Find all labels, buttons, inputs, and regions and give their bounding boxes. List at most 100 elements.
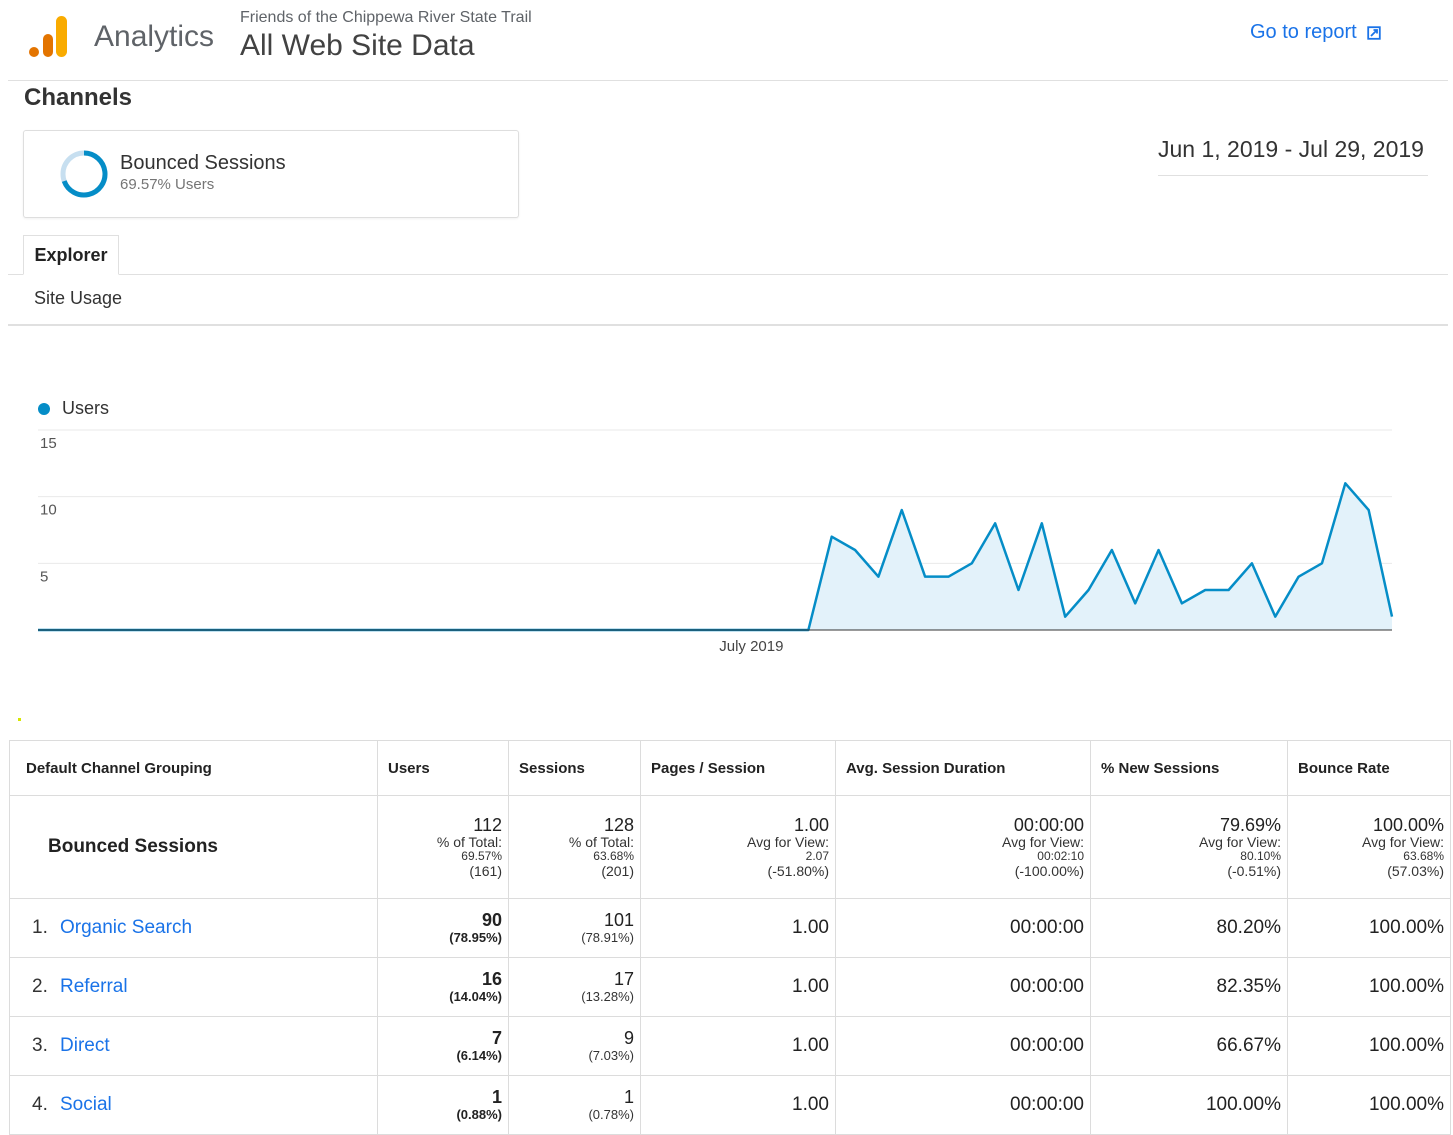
pages-cell: 1.00 [640,957,836,1017]
channel-cell: 1. Organic Search [9,898,378,958]
data-point [106,628,111,633]
bounce-cell: 100.00% [1287,1075,1451,1135]
segment-name: Bounced Sessions [120,152,286,174]
data-point [783,628,788,633]
column-header-users[interactable]: Users [377,740,509,796]
totals-pages-delta: (-51.80%) [767,863,829,879]
table-row: 1. Organic Search 90 (78.95%) 101 (78.91%) … [9,898,1451,958]
data-point [1226,588,1231,593]
row-index: 3. [32,1035,48,1056]
channel-cell: 2. Referral [9,957,378,1017]
channel-cell: 4. Social [9,1075,378,1135]
duration-cell: 00:00:00 [835,1016,1091,1076]
users-cell: 16 (14.04%) [377,957,509,1017]
data-point [642,628,647,633]
table-row: 2. Referral 16 (14.04%) 17 (13.28%) 1.00 00… [9,957,1451,1017]
app-name: Analytics [94,20,215,53]
users-cell: 7 (6.14%) [377,1016,509,1076]
channels-table: Default Channel Grouping Users Sessions … [9,740,1451,1135]
data-point [619,628,624,633]
y-tick-label: 5 [40,568,48,585]
users-value: 16 [481,969,502,989]
channel-link[interactable]: Social [60,1094,112,1115]
duration-cell: 00:00:00 [835,898,1091,958]
header-divider [8,80,1448,81]
data-point [1063,614,1068,619]
data-point [806,628,811,633]
new-sessions-cell: 66.67% [1090,1016,1288,1076]
legend-label-users: Users [62,398,110,418]
page-title: Channels [24,84,133,111]
sessions-value: 101 [603,910,634,930]
users-line-chart[interactable]: 5 10 15 July 2019 [0,420,1453,660]
data-point [526,628,531,633]
account-name[interactable]: Friends of the Chippewa River State Trai… [240,9,532,27]
column-header-new-sessions[interactable]: % New Sessions [1090,740,1288,796]
data-point [59,628,64,633]
data-point [1133,601,1138,606]
row-index: 1. [32,917,48,938]
data-point [502,628,507,633]
data-point [713,628,718,633]
tab-explorer[interactable]: Explorer [23,235,119,275]
sessions-cell: 9 (7.03%) [508,1016,641,1076]
totals-bounce-delta: (57.03%) [1387,863,1444,879]
data-point [1156,548,1161,553]
tab-site-usage[interactable]: Site Usage [34,288,122,309]
totals-duration-delta: (-100.00%) [1014,863,1084,879]
data-point [549,628,554,633]
totals-users-total: (161) [469,863,502,879]
totals-duration: 00:00:00 Avg for View: 00:02:10 (-100.00… [835,795,1091,899]
data-point [923,574,928,579]
analytics-logo-icon [29,16,67,57]
column-header-avg-duration[interactable]: Avg. Session Duration [835,740,1091,796]
data-point [1319,561,1324,566]
sessions-percent: (0.78%) [588,1107,634,1122]
data-point [666,628,671,633]
bounce-cell: 100.00% [1287,898,1451,958]
totals-duration-avg: 00:02:10 [1037,849,1084,863]
users-area-fill [38,483,1392,630]
column-header-channel[interactable]: Default Channel Grouping [9,740,378,796]
totals-new-sessions-avg: 80.10% [1240,849,1281,863]
date-range-picker[interactable]: Jun 1, 2019 - Jul 29, 2019 [1158,136,1428,176]
data-point [1249,561,1254,566]
totals-sessions-value: 128 [603,815,634,835]
table-row: 3. Direct 7 (6.14%) 9 (7.03%) 1.00 00:00:00… [9,1016,1451,1076]
data-point [199,628,204,633]
go-to-report-link[interactable]: Go to report [1250,21,1381,44]
channel-link[interactable]: Organic Search [60,917,192,938]
data-point [689,628,694,633]
column-header-sessions[interactable]: Sessions [508,740,641,796]
sessions-value: 9 [623,1028,634,1048]
column-header-bounce-rate[interactable]: Bounce Rate [1287,740,1451,796]
data-point [129,628,134,633]
x-tick-label: July 2019 [719,638,783,655]
duration-cell: 00:00:00 [835,1075,1091,1135]
sessions-cell: 101 (78.91%) [508,898,641,958]
tab-divider [8,274,1448,275]
chart-legend[interactable]: Users [38,398,109,419]
data-point [876,574,881,579]
property-name[interactable]: All Web Site Data [240,29,475,63]
totals-pages-value: 1.00 [793,815,829,835]
data-point [1039,521,1044,526]
users-value: 1 [491,1087,502,1107]
totals-users: 112 % of Total: 69.57% (161) [377,795,509,899]
totals-users-percent: 69.57% [461,849,502,863]
data-point [339,628,344,633]
totals-pages-avg: 2.07 [805,849,829,863]
data-point [899,508,904,513]
column-header-pages-session[interactable]: Pages / Session [640,740,836,796]
data-point [292,628,297,633]
data-point [1296,574,1301,579]
decorative-dot [18,718,21,721]
totals-new-sessions-caption: Avg for View: [1199,834,1281,850]
data-point [946,574,951,579]
segment-card[interactable]: Bounced Sessions 69.57% Users [23,130,519,218]
data-point [1109,548,1114,553]
data-point [316,628,321,633]
channel-link[interactable]: Referral [60,976,128,997]
data-point [759,628,764,633]
channel-link[interactable]: Direct [60,1035,110,1056]
